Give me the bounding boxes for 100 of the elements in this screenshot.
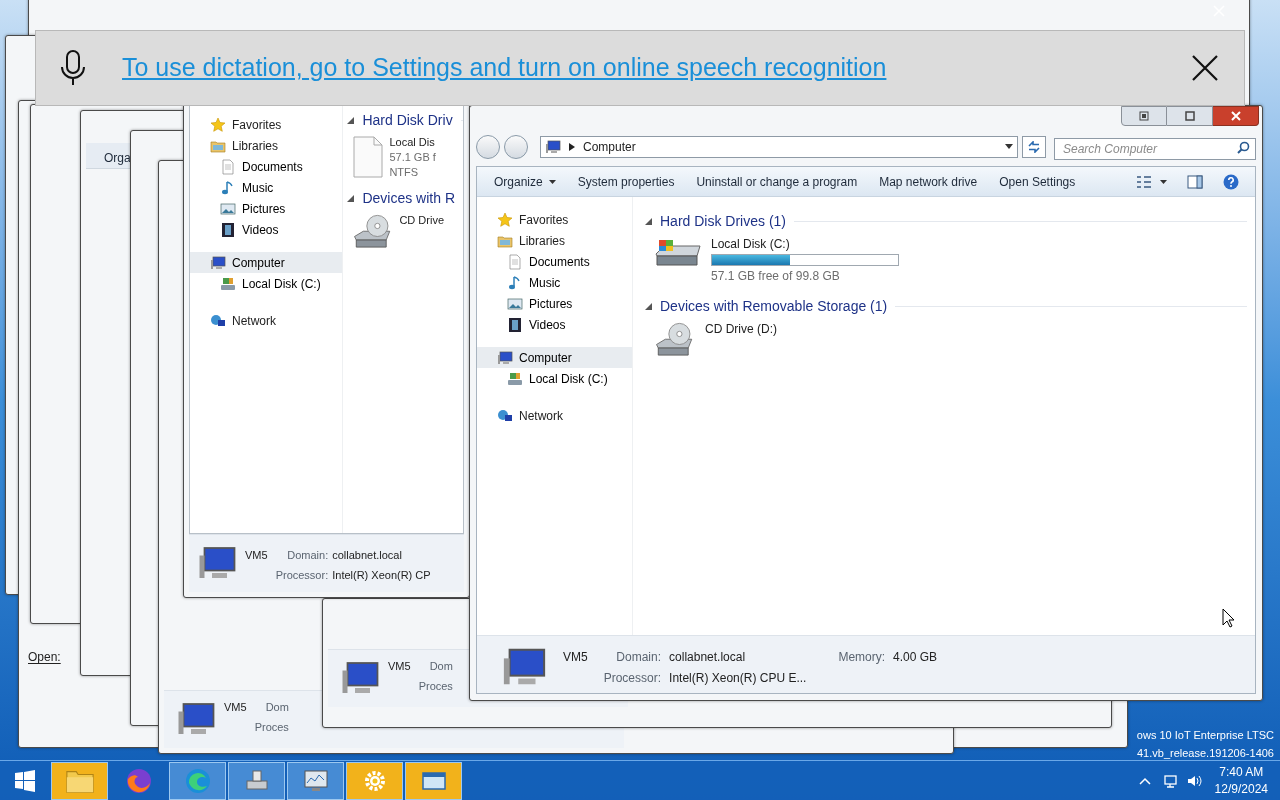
toolbar-button[interactable]: Organize [485, 169, 565, 194]
drive-tile[interactable]: CD Drive (D:) [645, 317, 1247, 361]
dropdown-caret-icon[interactable] [1005, 144, 1013, 150]
fox-globe-icon [124, 766, 153, 795]
taskbar-button[interactable] [228, 761, 285, 800]
close-icon [1192, 55, 1218, 81]
desktop-build-text: 41.vb_release.191206-1406 [1137, 746, 1274, 761]
nav-item[interactable]: Documents [190, 156, 343, 177]
nav-item[interactable]: Documents [477, 251, 632, 272]
nav-item[interactable]: Local Disk (C:) [477, 368, 632, 389]
drive-name: CD Drive (D:) [705, 321, 777, 337]
nav-item[interactable]: Pictures [190, 198, 343, 219]
nav-item[interactable]: Local Disk (C:) [190, 273, 343, 294]
taskbar-button[interactable] [51, 761, 108, 800]
field-label: Dom [265, 700, 289, 715]
collapse-triangle-icon[interactable] [645, 218, 652, 225]
computer-name: VM5 [224, 700, 247, 715]
refresh-icon [1027, 141, 1041, 153]
toolbar-button[interactable]: Orga [104, 149, 131, 167]
mouse-pointer-icon [1222, 608, 1236, 628]
toolbar-button[interactable]: Map network drive [870, 169, 987, 194]
drive-detail: NTFS [389, 165, 420, 180]
computer-name: VM5 [563, 649, 588, 666]
nav-item[interactable]: Music [477, 272, 632, 293]
picture-icon [220, 200, 236, 217]
drive-detail: 57.1 GB free of 99.8 GB [711, 268, 841, 284]
nav-item[interactable]: Libraries [190, 135, 343, 156]
nav-item[interactable]: Videos [477, 314, 632, 335]
computer-name: VM5 [388, 659, 411, 674]
nav-item[interactable]: Music [190, 177, 343, 198]
field-value: Intel(R) Xeon(R) CPU E... [669, 670, 808, 687]
taskbar-button[interactable] [169, 761, 226, 800]
nav-item[interactable]: Computer [190, 252, 343, 273]
clock[interactable]: 7:40 AM 12/9/2024 [1214, 763, 1280, 798]
close-button[interactable] [1213, 106, 1259, 126]
drive-tile[interactable]: CD Drive [347, 209, 463, 253]
group-heading: Hard Disk Drives (1) [660, 212, 786, 231]
collapse-triangle-icon[interactable] [347, 195, 355, 202]
close-icon [1230, 111, 1241, 121]
taskbar-button[interactable] [287, 761, 344, 800]
field-value: Intel(R) Xeon(R) CP [332, 567, 432, 583]
refresh-button[interactable] [1022, 136, 1046, 158]
minimize-icon [1139, 111, 1149, 121]
computer-icon [545, 139, 561, 155]
caret-icon [548, 179, 556, 184]
field-label: Proces [418, 678, 453, 694]
field-label: Proces [254, 719, 289, 735]
group-heading: Hard Disk Driv [362, 111, 453, 130]
toolbar-button[interactable]: Open Settings [990, 169, 1085, 194]
nav-item[interactable]: Network [477, 405, 632, 426]
taskbar-button[interactable] [346, 761, 403, 800]
chevron-up-icon[interactable] [1138, 776, 1151, 785]
nav-item[interactable]: Videos [190, 219, 343, 240]
collapse-triangle-icon[interactable] [347, 117, 355, 124]
field-label: Processor: [275, 567, 329, 583]
drive-tile[interactable]: Local Disk (C:) 57.1 GB free of 99.8 GB [645, 232, 1247, 284]
taskbar-button[interactable] [405, 761, 462, 800]
field-value: collabnet.local [669, 649, 747, 666]
group-heading: Devices with Removable Storage (1) [660, 297, 888, 316]
document-icon [220, 158, 236, 175]
toolbar-button[interactable]: Uninstall or change a program [687, 169, 867, 194]
clock-date: 12/9/2024 [1214, 780, 1268, 798]
field-label: Domain: [286, 548, 329, 563]
field-value: collabnet.local [332, 548, 403, 563]
nav-item[interactable]: Favorites [477, 209, 632, 230]
drive-name: Local Dis [389, 135, 436, 150]
network-icon[interactable] [1162, 772, 1179, 789]
nav-item[interactable]: Pictures [477, 293, 632, 314]
clock-time: 7:40 AM [1219, 763, 1264, 781]
document-icon [507, 253, 523, 270]
pane-icon [1187, 174, 1203, 189]
minimize-button[interactable] [1121, 106, 1167, 126]
star-icon [497, 211, 513, 228]
maximize-button[interactable] [1167, 106, 1213, 126]
field-value: 4.00 GB [893, 649, 938, 666]
close-button[interactable] [1190, 53, 1220, 83]
drive-tile[interactable]: Local Dis 57.1 GB f NTFS [347, 131, 463, 180]
address-bar[interactable]: Computer [540, 136, 1018, 158]
address-text: Computer [583, 139, 637, 156]
maximize-icon [1184, 111, 1195, 121]
chevron-icon [569, 143, 575, 151]
help-icon [1223, 173, 1239, 190]
film-icon [220, 221, 236, 238]
toolbar-button[interactable]: System properties [568, 169, 684, 194]
caret-icon [1160, 179, 1167, 184]
collapse-triangle-icon[interactable] [645, 303, 652, 310]
nav-item[interactable]: Favorites [190, 114, 343, 135]
desktop-build-text: ows 10 IoT Enterprise LTSC [1136, 728, 1274, 743]
field-label: Open: [28, 649, 61, 666]
group-heading: Devices with R [362, 189, 455, 208]
field-label: Processor: [603, 670, 662, 687]
nav-item[interactable]: Libraries [477, 230, 632, 251]
drive-icon [507, 370, 523, 387]
microphone-icon [60, 50, 86, 86]
nav-item[interactable]: Network [190, 310, 343, 331]
nav-item[interactable]: Computer [477, 347, 632, 368]
wave-logo-icon [183, 766, 212, 795]
network-icon [210, 312, 226, 329]
search-field[interactable]: Search Computer [1054, 138, 1256, 160]
field-label: Dom [429, 659, 453, 674]
